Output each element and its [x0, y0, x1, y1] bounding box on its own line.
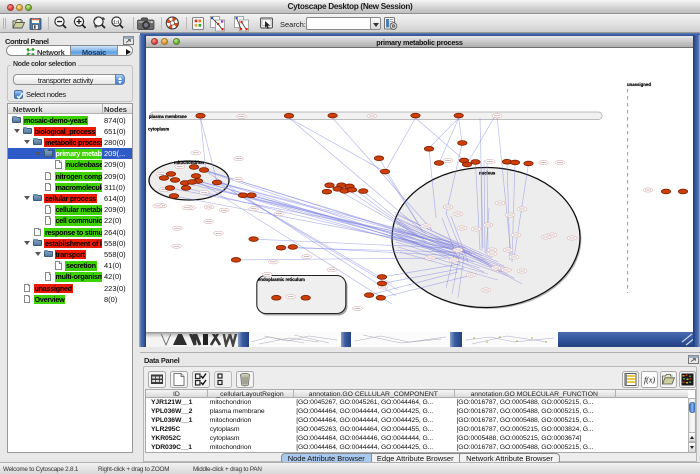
svg-text:endoplasmic reticulum: endoplasmic reticulum	[258, 277, 305, 282]
svg-text:plasma membrane: plasma membrane	[149, 114, 187, 119]
svg-text:cytoplasm: cytoplasm	[148, 127, 169, 132]
svg-text:f(x): f(x)	[644, 376, 655, 385]
svg-text:1:1: 1:1	[113, 20, 120, 25]
svg-text:unassigned: unassigned	[627, 82, 651, 87]
